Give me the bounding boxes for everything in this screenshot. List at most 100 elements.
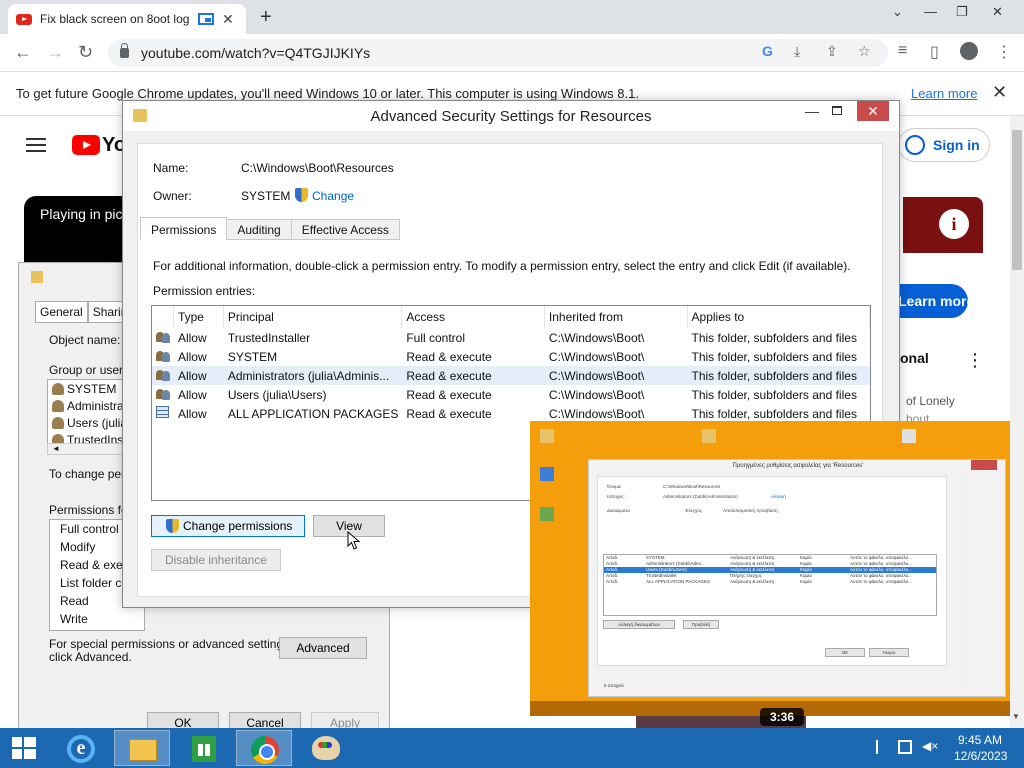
infobar-close-icon[interactable]: ✕ — [992, 82, 1007, 103]
users-icon — [156, 368, 170, 381]
permission-row[interactable]: Allow Users (julia\Users) Read & execute… — [152, 385, 870, 404]
page-scrollbar-thumb[interactable] — [1012, 130, 1022, 270]
cell-principal: Users (julia\Users) — [227, 387, 327, 402]
advanced-button[interactable]: Advanced — [279, 637, 367, 659]
uac-shield-icon — [166, 519, 179, 533]
sign-in-label: Sign in — [933, 137, 980, 153]
hamburger-menu-icon[interactable] — [26, 138, 46, 152]
change-permissions-button[interactable]: Change permissions — [151, 515, 305, 537]
sign-in-button[interactable]: Sign in — [898, 128, 990, 162]
restore-icon[interactable]: ❐ — [956, 4, 968, 20]
change-owner-link[interactable]: Change — [312, 189, 354, 203]
clock-time[interactable]: 9:45 AM — [958, 733, 1002, 747]
video-cell: Αποδ. — [606, 579, 619, 584]
windows-start-icon[interactable] — [12, 737, 36, 759]
recommended-line: of Lonely — [906, 394, 955, 408]
browser-tab[interactable]: Fix black screen on 8oot logo ✕ — [8, 4, 246, 34]
info-icon[interactable]: i — [939, 209, 969, 239]
dialog-title: Advanced Security Settings for Resources — [370, 108, 652, 125]
users-icon — [156, 349, 170, 362]
cell-applies: This folder, subfolders and files — [691, 349, 857, 364]
taskbar-store[interactable] — [176, 730, 232, 766]
video-cell: Ανάγνωση & εκτέλεση — [730, 579, 775, 584]
column-header-applies[interactable]: Applies to — [688, 306, 870, 328]
column-icon — [152, 306, 174, 328]
taskbar-chrome[interactable] — [236, 730, 292, 766]
column-header-principal[interactable]: Principal — [224, 306, 403, 328]
video-cell: Αυτόν το φάκελο, υποφακέλο... — [850, 579, 912, 584]
owner-label: Owner: — [153, 189, 192, 203]
bookmark-star-icon[interactable]: ☆ — [858, 43, 871, 60]
share-icon[interactable]: ⇪ — [826, 43, 838, 60]
permission-row[interactable]: Allow Administrators (julia\Adminis... R… — [152, 366, 870, 385]
tab-auditing[interactable]: Auditing — [226, 219, 292, 240]
cell-type: Allow — [177, 349, 207, 364]
reload-icon[interactable]: ↻ — [78, 42, 93, 63]
video-name-label: Όνομα: — [607, 484, 622, 489]
group-name: Users (julia — [67, 415, 128, 430]
forward-icon[interactable]: → — [46, 42, 64, 63]
recommended-title[interactable]: onal — [900, 350, 929, 366]
file-explorer-icon — [129, 739, 157, 761]
column-header-type[interactable]: Type — [174, 306, 224, 328]
video-security-dialog: Προηγμένες ρυθμίσεις ασφαλείας για 'Reso… — [588, 459, 1006, 697]
desktop-folder-icon — [702, 429, 716, 443]
close-icon[interactable]: ✕ — [857, 101, 889, 121]
tab-search-chevron-icon[interactable]: ⌄ — [892, 4, 903, 20]
info-text: For additional information, double-click… — [153, 259, 851, 273]
permission-row[interactable]: Allow SYSTEM Read & execute C:\Windows\B… — [152, 347, 870, 366]
video-permission-list: Αποδ. SYSTEM Ανάγνωση & εκτέλεση Καμία Αυτόν… — [603, 554, 937, 616]
flag-notification-icon[interactable] — [876, 740, 890, 754]
users-icon — [156, 387, 170, 400]
menu-kebab-icon[interactable]: ⋮ — [996, 42, 1012, 62]
minimize-icon[interactable]: — — [805, 103, 819, 119]
pip-status-text: Playing in pic — [40, 206, 123, 222]
disable-inheritance-button[interactable]: Disable inheritance — [151, 549, 281, 571]
tab-effective-access[interactable]: Effective Access — [290, 219, 400, 240]
special-permissions-text: For special permissions or advanced sett… — [49, 637, 293, 651]
dialog-titlebar[interactable]: Advanced Security Settings for Resources… — [123, 101, 899, 131]
media-queue-icon[interactable]: ≡ — [898, 42, 907, 60]
row-icon-cell — [152, 349, 174, 365]
volume-muted-icon[interactable]: ◀× — [922, 739, 938, 753]
side-panel-icon[interactable]: ▯ — [930, 42, 939, 62]
tab-permissions[interactable]: Permissions — [140, 217, 228, 240]
scroll-down-arrow-icon[interactable]: ▼ — [1012, 712, 1020, 721]
picture-in-picture-icon[interactable] — [198, 13, 214, 25]
new-tab-icon[interactable]: + — [260, 6, 272, 29]
users-icon — [156, 330, 170, 343]
taskbar-internet-explorer[interactable]: e — [52, 730, 108, 766]
permission-row[interactable]: Allow TrustedInstaller Full control C:\W… — [152, 328, 870, 347]
infobar-learn-more-link[interactable]: Learn more — [911, 86, 977, 101]
cell-inherited: C:\Windows\Boot\ — [548, 330, 645, 345]
ad-learn-more-button[interactable]: Learn more — [898, 284, 968, 318]
install-icon[interactable]: ⤓ — [794, 43, 800, 60]
cell-principal: TrustedInstaller — [227, 330, 311, 345]
tutorial-video-frame[interactable]: Προηγμένες ρυθμίσεις ασφαλείας για 'Reso… — [530, 421, 1010, 716]
column-header-access[interactable]: Access — [402, 306, 545, 328]
name-value: C:\Windows\Boot\Resources — [241, 161, 394, 175]
cell-access: Read & execute — [406, 387, 492, 402]
google-translate-icon[interactable]: G — [762, 43, 773, 59]
video-cell: Καμία — [800, 579, 812, 584]
taskbar-file-explorer[interactable] — [114, 730, 170, 766]
video-player[interactable]: Playing in pic — [24, 196, 134, 268]
video-tab: Δικαιώματα — [607, 508, 630, 513]
tab-general[interactable]: General — [35, 301, 88, 323]
network-icon[interactable] — [898, 740, 912, 754]
taskbar-paint[interactable] — [298, 730, 354, 766]
close-window-icon[interactable]: ✕ — [992, 4, 1003, 20]
minimize-icon[interactable]: — — [924, 4, 937, 19]
internet-explorer-icon: e — [67, 735, 95, 763]
tab-close-icon[interactable]: ✕ — [222, 11, 234, 28]
back-icon[interactable]: ← — [14, 42, 32, 63]
maximize-icon[interactable] — [832, 106, 842, 115]
clock-date[interactable]: 12/6/2023 — [954, 749, 1007, 763]
desktop-file-icon — [902, 429, 916, 443]
cell-applies: This folder, subfolders and files — [691, 368, 857, 383]
recommended-menu-icon[interactable]: ⋮ — [966, 350, 984, 371]
column-header-inherited[interactable]: Inherited from — [545, 306, 688, 328]
lock-icon[interactable] — [120, 43, 129, 58]
youtube-logo-icon[interactable] — [72, 135, 100, 155]
profile-avatar-icon[interactable] — [960, 42, 978, 60]
